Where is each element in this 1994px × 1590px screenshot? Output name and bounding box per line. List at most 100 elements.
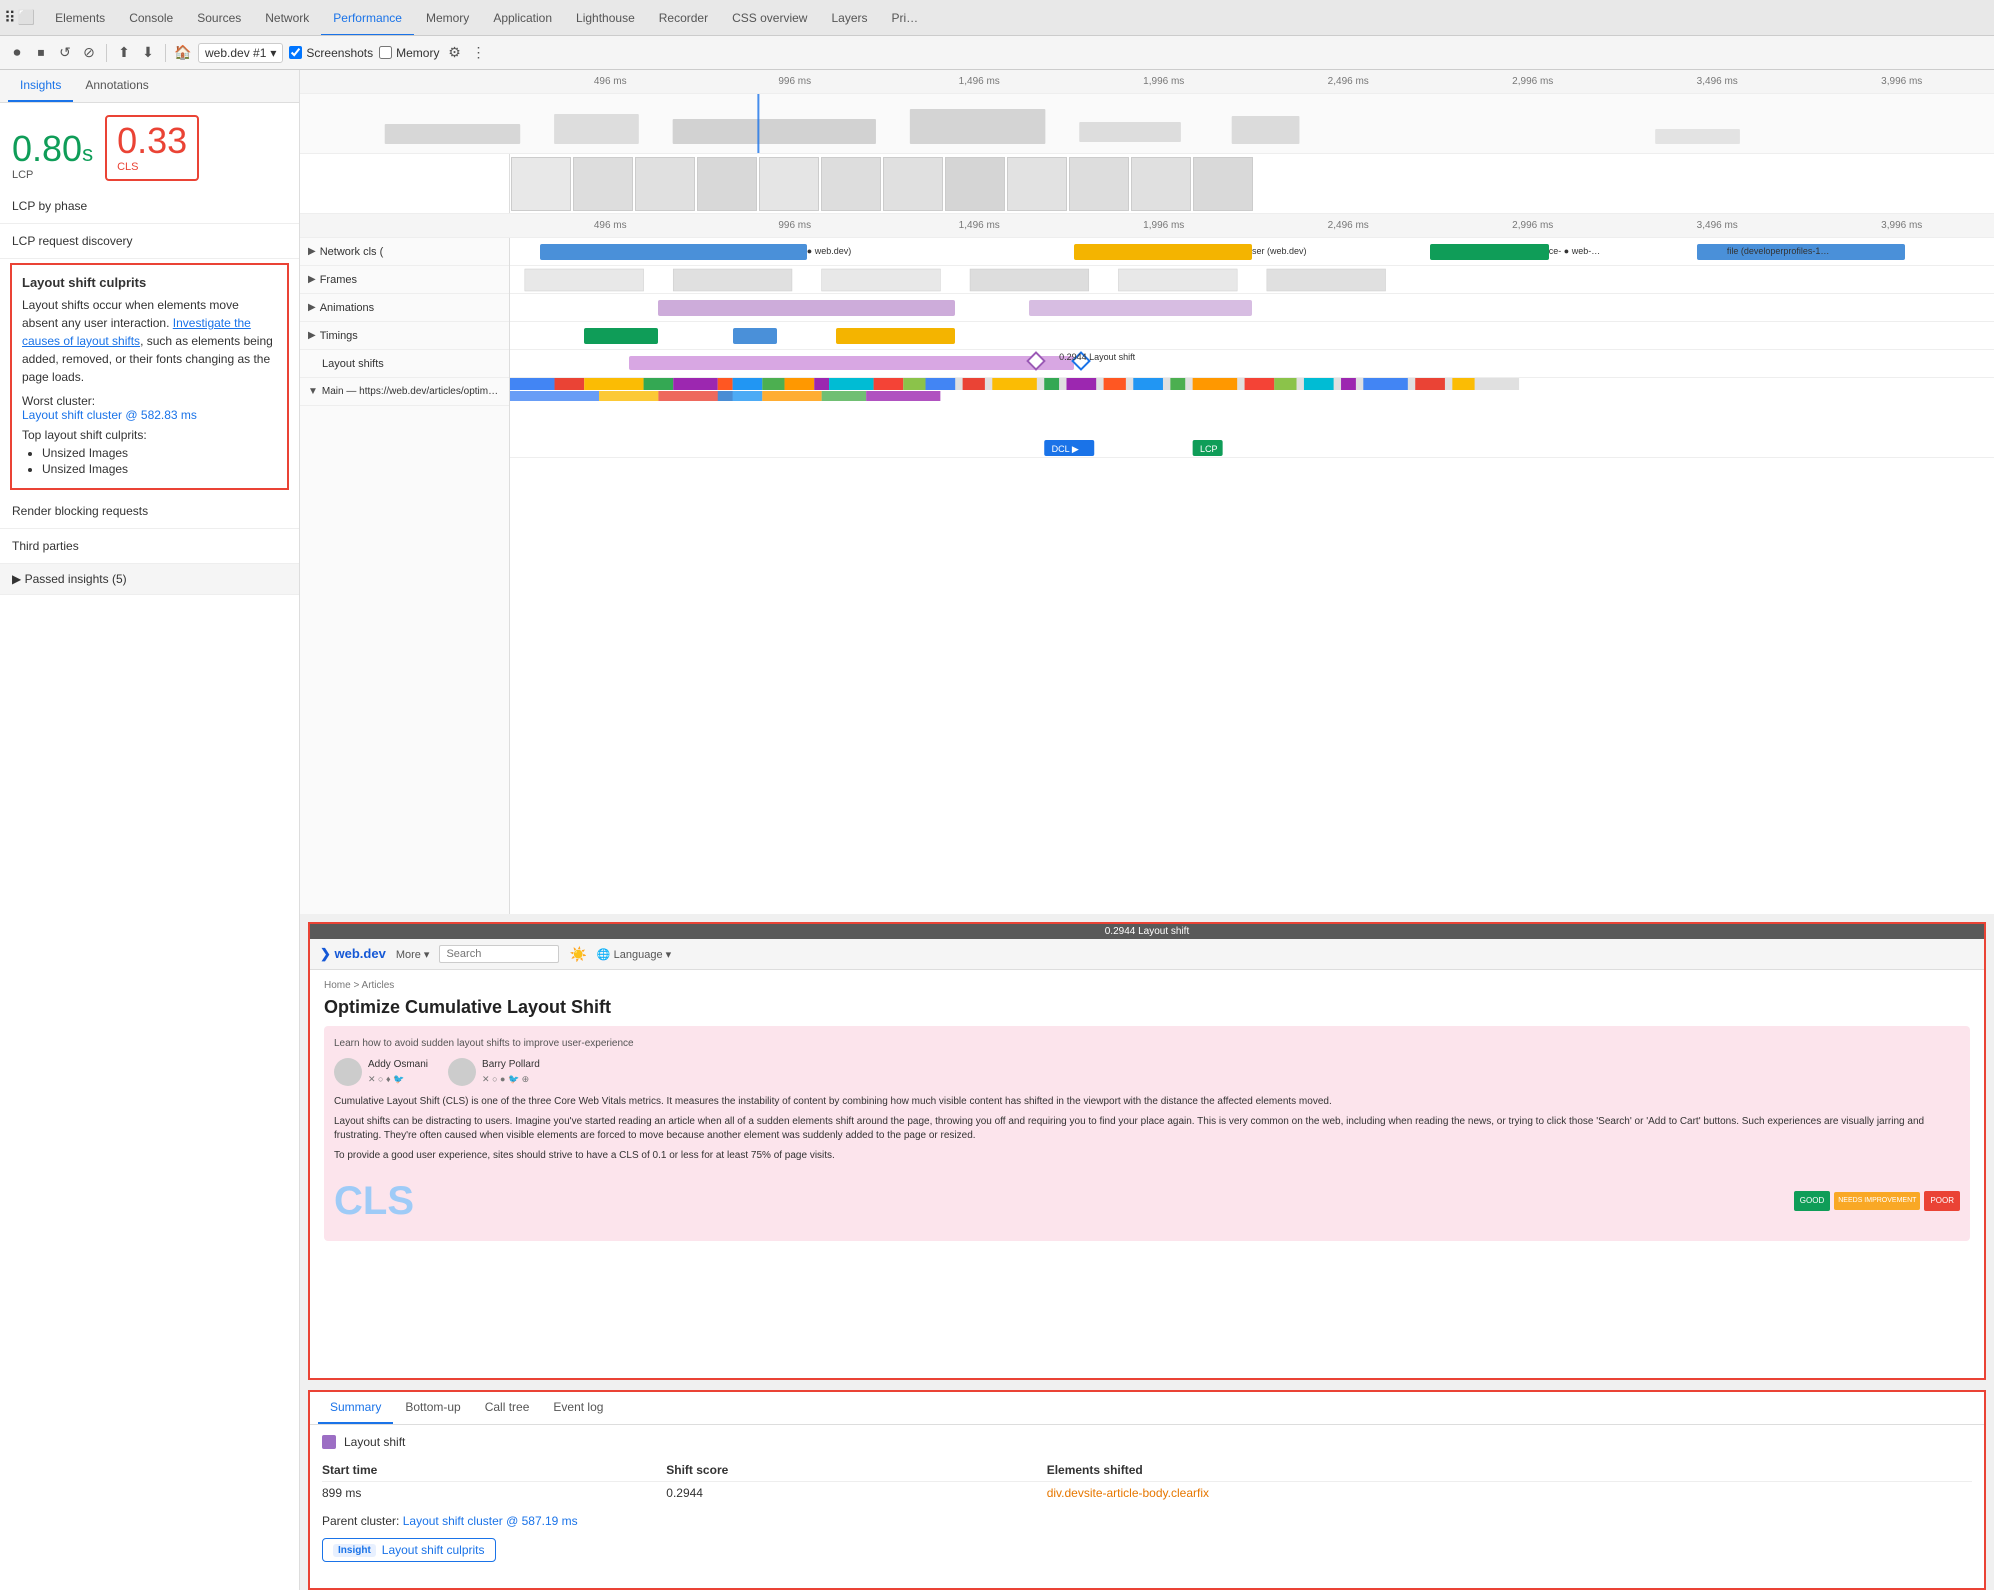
- screenshot-2[interactable]: [573, 157, 633, 211]
- render-blocking-insight[interactable]: Render blocking requests: [0, 494, 299, 529]
- bottom-panel: Summary Bottom-up Call tree Event log La…: [308, 1390, 1986, 1590]
- body-text-2: Layout shifts can be distracting to user…: [334, 1115, 1960, 1143]
- screenshot-3[interactable]: [635, 157, 695, 211]
- bottom-tab-bottomup[interactable]: Bottom-up: [393, 1392, 472, 1424]
- ruler-tick-3: 1,996 ms: [1072, 76, 1257, 87]
- upload-button[interactable]: ⬆: [115, 44, 133, 62]
- culprits-title: Layout shift culprits: [22, 275, 277, 290]
- flame-tracks: ● web.dev) ser (web.dev) ce- ● web-… fil…: [510, 238, 1994, 914]
- tab-memory[interactable]: Memory: [414, 0, 481, 36]
- web-body: Home > Articles Optimize Cumulative Layo…: [310, 970, 1984, 1251]
- legend-color-swatch: [322, 1435, 336, 1449]
- home-button[interactable]: 🏠: [174, 44, 192, 62]
- tab-sources[interactable]: Sources: [185, 0, 253, 36]
- tab-layers[interactable]: Layers: [819, 0, 879, 36]
- screenshot-11[interactable]: [1131, 157, 1191, 211]
- legend-label: Layout shift: [344, 1435, 405, 1449]
- track-layout-shifts[interactable]: Layout shifts: [300, 350, 509, 378]
- insight-badge: Insight: [333, 1544, 376, 1557]
- web-card-title: Learn how to avoid sudden layout shifts …: [334, 1036, 1960, 1051]
- frames-svg: [510, 266, 1994, 294]
- bottom-tab-eventlog[interactable]: Event log: [541, 1392, 615, 1424]
- screenshot-9[interactable]: [1007, 157, 1067, 211]
- network-track[interactable]: ● web.dev) ser (web.dev) ce- ● web-… fil…: [510, 238, 1994, 266]
- download-button[interactable]: ⬇: [139, 44, 157, 62]
- main-thread-track[interactable]: DCL ▶ LCP: [510, 378, 1994, 458]
- stop-button[interactable]: ⏹: [32, 44, 50, 62]
- ruler-tick-b0: 496 ms: [518, 220, 703, 231]
- track-timings[interactable]: ▶ Timings: [300, 322, 509, 350]
- tab-console[interactable]: Console: [117, 0, 185, 36]
- tab-application[interactable]: Application: [481, 0, 564, 36]
- record-button[interactable]: ⏺: [8, 44, 26, 62]
- web-preview-header: ❯ web.dev More ▾ ☀️ 🌐 Language ▾: [310, 939, 1984, 970]
- clear-button[interactable]: ⊘: [80, 44, 98, 62]
- screenshot-5[interactable]: [759, 157, 819, 211]
- bottom-tab-calltree[interactable]: Call tree: [473, 1392, 542, 1424]
- ruler-tick-b7: 3,996 ms: [1810, 220, 1994, 231]
- ruler-tick-5: 2,996 ms: [1441, 76, 1626, 87]
- ruler-tick-b5: 2,996 ms: [1441, 220, 1626, 231]
- sidebar-tab-bar: Insights Annotations: [0, 70, 299, 103]
- tab-performance[interactable]: Performance: [321, 0, 414, 36]
- screenshot-6[interactable]: [821, 157, 881, 211]
- screenshot-12[interactable]: [1193, 157, 1253, 211]
- ruler-tick-0: 496 ms: [518, 76, 703, 87]
- layout-shift-range: [629, 356, 1074, 370]
- lcp-request-discovery-insight[interactable]: LCP request discovery: [0, 224, 299, 259]
- track-main[interactable]: ▼ Main — https://web.dev/articles/optim…: [300, 378, 509, 406]
- author2-name: Barry Pollard ✕ ○ ● 🐦 ⊕: [482, 1057, 540, 1087]
- screenshot-7[interactable]: [883, 157, 943, 211]
- insight-badge-row[interactable]: Insight Layout shift culprits: [322, 1538, 496, 1562]
- memory-checkbox[interactable]: Memory: [379, 46, 439, 60]
- screenshot-1[interactable]: [511, 157, 571, 211]
- web-article-title: Optimize Cumulative Layout Shift: [324, 997, 1970, 1018]
- passed-insights-label: ▶ Passed insights (5): [12, 572, 127, 586]
- passed-insights[interactable]: ▶ Passed insights (5): [0, 564, 299, 595]
- culprit-item-1: Unsized Images: [42, 446, 277, 460]
- track-network[interactable]: ▶ Network cls (: [300, 238, 509, 266]
- track-frames-label: Frames: [320, 274, 357, 286]
- sidebar-tab-insights[interactable]: Insights: [8, 70, 73, 102]
- tab-network[interactable]: Network: [253, 0, 321, 36]
- worst-cluster-link[interactable]: Layout shift cluster @ 582.83 ms: [22, 408, 197, 422]
- worst-cluster-row: Worst cluster: Layout shift cluster @ 58…: [22, 394, 277, 422]
- tab-pri[interactable]: Pri…: [880, 0, 931, 36]
- settings-button[interactable]: ⚙: [445, 44, 463, 62]
- timeline-waveform[interactable]: [300, 94, 1994, 154]
- bottom-tab-bar: Summary Bottom-up Call tree Event log: [310, 1392, 1984, 1425]
- screenshots-checkbox[interactable]: Screenshots: [289, 46, 373, 60]
- cls-metric: 0.33 CLS: [105, 115, 199, 181]
- ruler-tick-b2: 1,496 ms: [887, 220, 1072, 231]
- screenshot-10[interactable]: [1069, 157, 1129, 211]
- track-animations[interactable]: ▶ Animations: [300, 294, 509, 322]
- main-thread-svg: DCL ▶ LCP: [510, 378, 1994, 458]
- tab-lighthouse[interactable]: Lighthouse: [564, 0, 647, 36]
- bottom-tab-summary[interactable]: Summary: [318, 1392, 393, 1424]
- layout-shifts-track[interactable]: 0.2944 Layout shift: [510, 350, 1994, 378]
- screenshot-4[interactable]: [697, 157, 757, 211]
- tab-recorder[interactable]: Recorder: [647, 0, 720, 36]
- web-search-input[interactable]: [439, 945, 559, 963]
- track-layout-shifts-label: Layout shifts: [322, 358, 384, 370]
- frames-track[interactable]: [510, 266, 1994, 294]
- third-parties-insight[interactable]: Third parties: [0, 529, 299, 564]
- animations-track[interactable]: [510, 294, 1994, 322]
- web-preview: 0.2944 Layout shift ❯ web.dev More ▾ ☀️ …: [308, 922, 1986, 1380]
- metrics-row: 0.80s LCP 0.33 CLS: [0, 103, 299, 189]
- reload-button[interactable]: ↺: [56, 44, 74, 62]
- parent-cluster-link[interactable]: Layout shift cluster @ 587.19 ms: [403, 1514, 578, 1528]
- track-frames[interactable]: ▶ Frames: [300, 266, 509, 294]
- tab-css-overview[interactable]: CSS overview: [720, 0, 819, 36]
- animation-bar-2: [1029, 300, 1252, 316]
- lcp-by-phase-insight[interactable]: LCP by phase: [0, 189, 299, 224]
- sidebar-tab-annotations[interactable]: Annotations: [73, 70, 160, 102]
- more-tools-button[interactable]: ⋮: [469, 44, 487, 62]
- col-elements-shifted: Elements shifted: [1047, 1459, 1972, 1482]
- cell-shift-score: 0.2944: [666, 1482, 1046, 1505]
- screenshot-8[interactable]: [945, 157, 1005, 211]
- svg-text:DCL ▶: DCL ▶: [1052, 444, 1079, 454]
- flame-area: ▶ Network cls ( ▶ Frames ▶ Animations ▶ …: [300, 238, 1994, 914]
- tab-elements[interactable]: Elements: [43, 0, 117, 36]
- timings-track[interactable]: [510, 322, 1994, 350]
